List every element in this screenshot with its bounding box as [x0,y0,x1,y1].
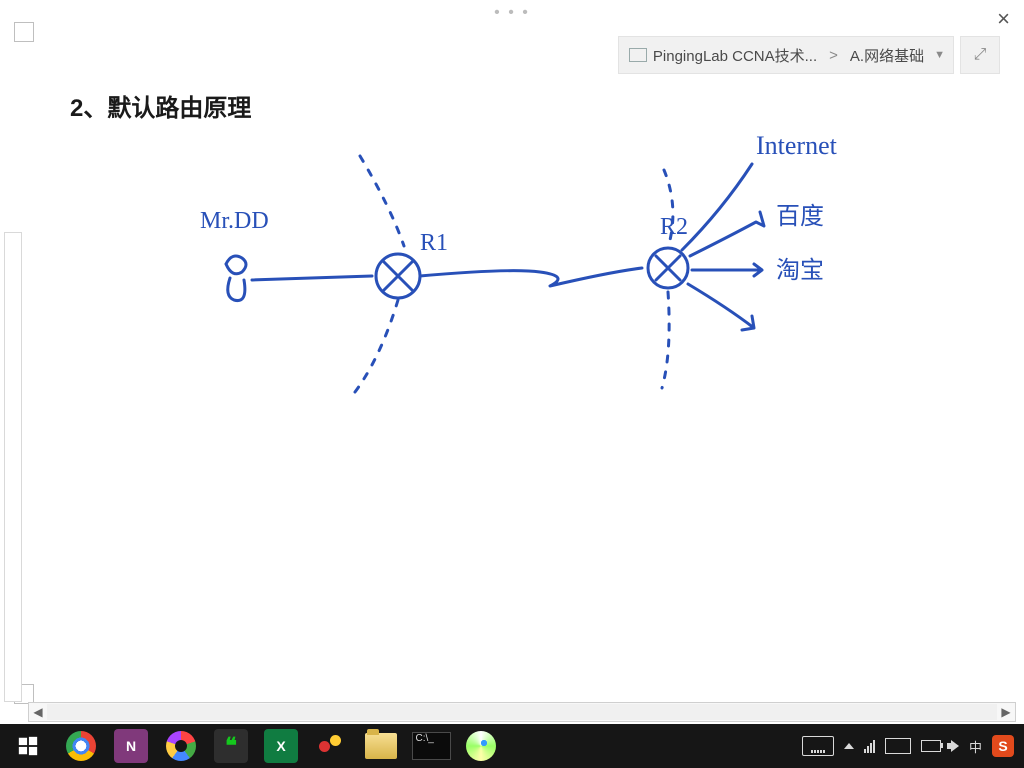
tray-volume-icon[interactable] [951,724,959,768]
fullscreen-button[interactable]: ⤢ [960,36,1000,74]
breadcrumb-separator: > [827,47,840,64]
scroll-right-icon[interactable]: ▶ [997,704,1015,720]
tray-sogou[interactable]: S [992,724,1014,768]
chrome-icon [66,731,96,761]
breadcrumb[interactable]: PingingLab CCNA技术... > A.网络基础 ▼ [618,36,954,74]
tray-network-icon[interactable] [864,724,875,768]
taskbar-onenote[interactable]: N [106,724,156,768]
balls-icon [316,731,346,761]
taskbar-chrome[interactable] [56,724,106,768]
taskbar-media[interactable] [456,724,506,768]
ink-label-taobao: 淘宝 [776,257,824,284]
ink-label-internet: Internet [756,131,838,160]
ink-label-user: Mr.DD [200,208,269,234]
tray-keyboard-icon[interactable] [802,724,834,768]
notebook-name: PingingLab CCNA技术... [653,45,817,66]
window-grip[interactable]: • • • [494,4,530,22]
ink-label-r2: R2 [660,214,688,240]
start-button[interactable] [0,724,56,768]
swirl-icon [466,731,496,761]
ink-label-baidu: 百度 [776,203,824,230]
tray-ime[interactable]: 中 [969,724,982,768]
tray-battery-icon[interactable] [921,724,941,768]
folder-icon [365,733,397,759]
taskbar-cmd[interactable]: C:\_ [406,724,456,768]
taskbar-wechat[interactable]: ❝ [206,724,256,768]
wechat-icon: ❝ [214,729,248,763]
taskbar-apps[interactable] [306,724,356,768]
sogou-icon: S [992,735,1014,757]
section-name: A.网络基础 [850,45,924,66]
onenote-icon: N [114,729,148,763]
taskbar-excel[interactable]: X [256,724,306,768]
taskbar: N ❝ X C:\_ 中 S [0,724,1024,768]
scroll-left-icon[interactable]: ◀ [29,704,47,720]
page-handle-top[interactable] [14,22,34,42]
color-wheel-icon [166,731,196,761]
system-tray: 中 S [802,724,1024,768]
tray-overflow-icon[interactable] [844,724,854,768]
taskbar-photos[interactable] [156,724,206,768]
ink-label-r1: R1 [420,230,448,256]
notebook-crumb[interactable]: PingingLab CCNA技术... [619,45,827,66]
section-crumb[interactable]: A.网络基础 [840,45,934,66]
cmd-icon: C:\_ [412,732,451,760]
close-icon[interactable]: × [997,6,1010,32]
onenote-page: • • • × PingingLab CCNA技术... > A.网络基础 ▼ … [0,0,1024,724]
tray-device-icon[interactable] [885,724,911,768]
notebook-icon [629,48,647,62]
scroll-track[interactable] [47,704,997,720]
taskbar-explorer[interactable] [356,724,406,768]
excel-icon: X [264,729,298,763]
left-margin-scroll[interactable] [4,232,22,702]
chevron-down-icon[interactable]: ▼ [934,49,953,61]
horizontal-scrollbar[interactable]: ◀ ▶ [28,702,1016,722]
page-title: 2、默认路由原理 [70,88,251,123]
